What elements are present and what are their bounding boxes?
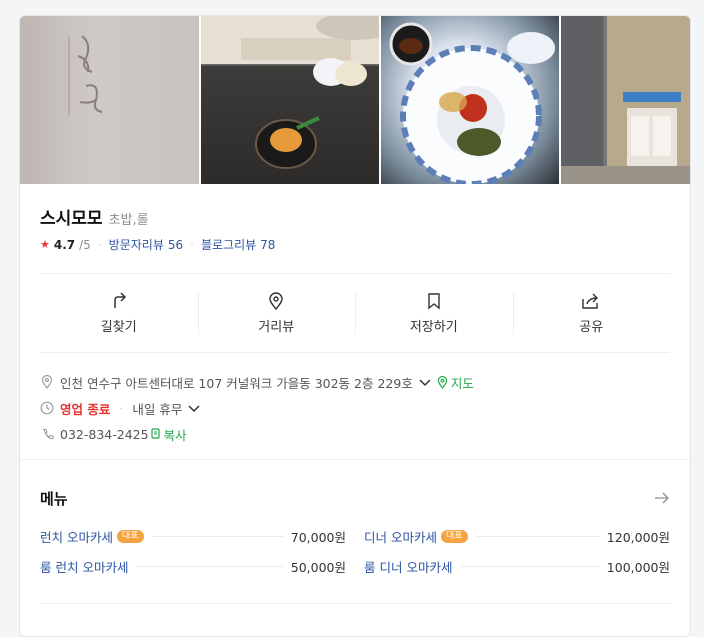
menu-item[interactable]: 디너 오마카세 대표 120,000원: [364, 521, 670, 551]
flower-plate-image: [389, 22, 555, 184]
menu-item[interactable]: 룸 런치 오마카세 50,000원: [40, 551, 346, 581]
phone-row: 032-834-2425 복사: [40, 421, 670, 447]
bookmark-icon: [428, 292, 440, 309]
menu-item[interactable]: 룸 디너 오마카세 100,000원: [364, 551, 670, 581]
menu-item-price: 70,000원: [290, 529, 346, 545]
directions-label: 길찾기: [100, 319, 137, 335]
map-label: 지도: [450, 375, 474, 391]
menu-item-name: 룸 런치 오마카세: [40, 559, 129, 575]
address-text: 인천 연수구 아트센터대로 107 커널워크 가을동 302동 2층 229호: [60, 375, 413, 391]
menu-item-price: 120,000원: [606, 529, 670, 545]
menu-item-name: 룸 디너 오마카세: [364, 559, 453, 575]
business-status: 영업 종료: [60, 401, 111, 417]
location-pin-icon: [40, 375, 54, 389]
hours-row[interactable]: 영업 종료 · 내일 휴무: [40, 395, 670, 421]
copy-label: 복사: [163, 427, 187, 443]
visitor-reviews-link[interactable]: 방문자리뷰: [109, 236, 164, 253]
rating-max: /5: [79, 237, 91, 252]
share-label: 공유: [579, 319, 604, 335]
share-icon: [582, 293, 599, 309]
photo-flower-plate[interactable]: [381, 16, 559, 184]
place-name[interactable]: 스시모모: [40, 204, 103, 229]
dotted-leader: [460, 565, 599, 567]
photo-store-sign[interactable]: [20, 16, 199, 184]
blog-reviews-count[interactable]: 78: [260, 238, 275, 252]
dotted-leader: [136, 565, 283, 567]
blog-reviews-link[interactable]: 블로그리뷰: [201, 236, 256, 253]
menu-item[interactable]: 런치 오마카세 대표 70,000원: [40, 521, 346, 551]
divider-dot: ·: [97, 237, 102, 252]
phone-number[interactable]: 032-834-2425: [60, 427, 149, 442]
rating-row: ★ 4.7 /5 · 방문자리뷰 56 · 블로그리뷰 78: [40, 236, 670, 253]
map-pin-icon: [437, 375, 448, 389]
action-bar: 길찾기 거리뷰 저장하기 공유: [40, 274, 670, 352]
address-row: 인천 연수구 아트센터대로 107 커널워크 가을동 302동 2층 229호 …: [40, 369, 670, 395]
menu-item-name: 디너 오마카세: [364, 529, 437, 545]
photo-mall-entrance[interactable]: [561, 16, 690, 184]
place-header: 스시모모 초밥,롤 ★ 4.7 /5 · 방문자리뷰 56 · 블로그리뷰 78: [20, 184, 690, 253]
signature-badge: 대표: [116, 529, 144, 543]
divider-dot: ·: [119, 400, 124, 416]
menu-list: 런치 오마카세 대표 70,000원 디너 오마카세 대표 120,000원 룸…: [40, 521, 670, 581]
uni-plate-image: [201, 16, 379, 169]
directions-icon: [114, 291, 126, 308]
save-button[interactable]: 저장하기: [355, 274, 513, 352]
copy-icon: [150, 428, 160, 439]
place-card: 스시모모 초밥,롤 ★ 4.7 /5 · 방문자리뷰 56 · 블로그리뷰 78…: [19, 15, 691, 637]
street-view-button[interactable]: 거리뷰: [197, 274, 356, 352]
copy-button[interactable]: 복사: [150, 425, 187, 444]
rating-score: 4.7: [53, 237, 76, 252]
menu-section: 메뉴 런치 오마카세 대표 70,000원 디너 오마카세 대표 120,000…: [20, 460, 690, 604]
photo-uni-dish[interactable]: [201, 16, 379, 184]
chevron-down-icon[interactable]: [419, 375, 431, 390]
clock-icon: [40, 401, 54, 415]
location-pin-icon: [269, 291, 283, 310]
divider-dot: ·: [190, 237, 194, 252]
star-icon: ★: [40, 238, 50, 251]
next-hours: 내일 휴무: [132, 401, 183, 417]
directions-button[interactable]: 길찾기: [40, 274, 198, 352]
save-label: 저장하기: [409, 319, 458, 335]
street-view-label: 거리뷰: [258, 319, 295, 335]
visitor-reviews-count[interactable]: 56: [168, 238, 183, 252]
place-info: 인천 연수구 아트센터대로 107 커널워크 가을동 302동 2층 229호 …: [20, 353, 690, 459]
sign-calligraphy-image: [68, 35, 103, 116]
photo-strip[interactable]: [20, 16, 690, 184]
mall-entrance-image: [561, 16, 690, 184]
arrow-right-icon[interactable]: [654, 489, 670, 508]
menu-item-price: 50,000원: [290, 559, 346, 575]
menu-item-name: 런치 오마카세: [40, 529, 113, 545]
dotted-leader: [475, 535, 599, 537]
chevron-down-icon[interactable]: [188, 401, 200, 416]
phone-icon: [40, 427, 54, 441]
section-divider: [40, 603, 670, 604]
menu-title: 메뉴: [40, 490, 68, 508]
share-button[interactable]: 공유: [512, 274, 671, 352]
signature-badge: 대표: [440, 529, 468, 543]
menu-item-price: 100,000원: [606, 559, 670, 575]
map-link[interactable]: 지도: [437, 373, 474, 392]
place-category: 초밥,롤: [108, 213, 149, 228]
dotted-leader: [151, 535, 283, 537]
